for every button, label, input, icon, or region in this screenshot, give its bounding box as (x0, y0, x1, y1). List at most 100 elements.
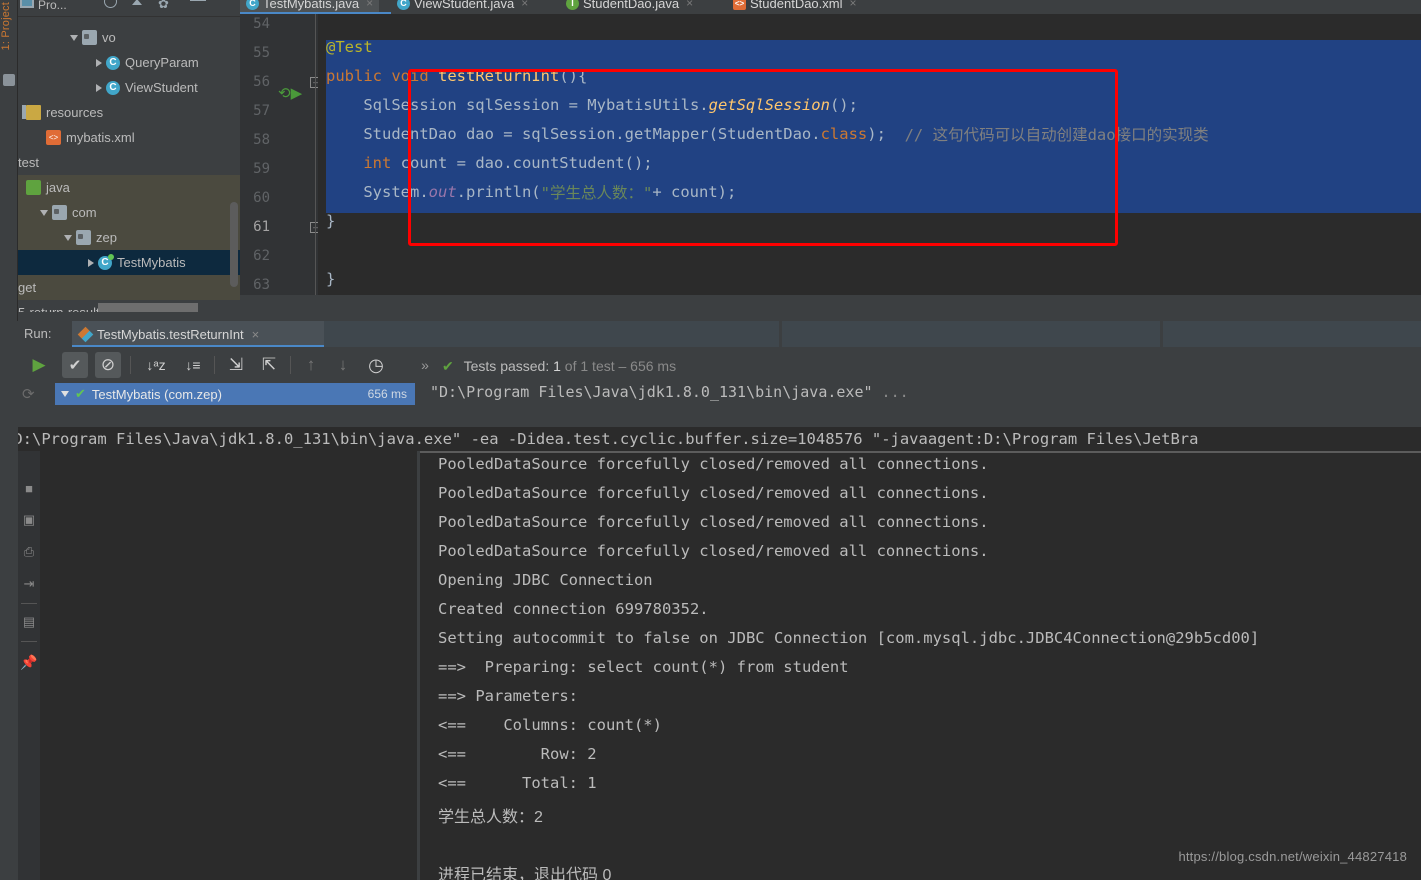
tree-item-resources[interactable]: resources (18, 100, 240, 125)
chevron-down-icon[interactable] (64, 234, 72, 241)
code-editor: C TestMybatis.java × C ViewStudent.java … (240, 0, 1421, 295)
tree-item-label: QueryParam (125, 55, 199, 70)
tree-item-java[interactable]: java (18, 175, 240, 200)
tab-label: TestMybatis.java (263, 0, 360, 11)
plain-token: } (326, 269, 336, 288)
line-number: 59 (253, 161, 270, 177)
tests-passed-label: Tests passed: (463, 358, 554, 374)
toolbar-overflow-button[interactable]: » (412, 352, 438, 378)
collapse-all-button[interactable]: ⇱ (256, 352, 282, 378)
toolbar-divider (290, 356, 291, 374)
locate-icon[interactable] (104, 0, 117, 8)
keyword-token: int (363, 153, 392, 172)
editor-tab-viewstudent[interactable]: C ViewStudent.java × (391, 0, 534, 14)
java-class-icon: C (106, 80, 120, 95)
console-left-blank-area (40, 451, 417, 880)
run-tab-label: TestMybatis.testReturnInt (97, 326, 244, 342)
collapse-all-icon[interactable] (132, 0, 142, 5)
console-line: PooledDataSource forcefully closed/remov… (438, 455, 989, 473)
sort-by-duration-button[interactable]: ↓≡ (180, 352, 206, 378)
tree-item-label: ViewStudent (125, 80, 198, 95)
hide-icon[interactable] (190, 0, 206, 1)
keyword-token: public (326, 66, 392, 85)
source-folder-icon (26, 180, 41, 195)
project-tree: vo C QueryParam C ViewStudent resources … (18, 17, 240, 312)
project-view-icon[interactable] (20, 0, 34, 8)
tree-item-com[interactable]: com (18, 200, 240, 225)
soft-wrap-button[interactable]: ▤ (20, 613, 38, 631)
line-number: 55 (253, 45, 270, 61)
project-tree-scrollbar[interactable] (230, 202, 238, 287)
tree-item-vo[interactable]: vo (18, 25, 240, 50)
toolbar-divider (130, 356, 131, 374)
close-icon[interactable]: × (366, 0, 373, 10)
run-test-gutter-icon[interactable]: ⟲▶ (278, 84, 302, 102)
code-line-63: } (326, 264, 335, 293)
close-icon[interactable]: × (521, 0, 528, 10)
console-line: ==> Preparing: select count(*) from stud… (438, 658, 849, 676)
console-preview-ellipsis: ... (881, 383, 909, 401)
sort-alphabetically-button[interactable]: ↓ᵃz (143, 352, 169, 378)
close-icon[interactable]: × (686, 0, 693, 10)
test-tree-row[interactable]: ✔ TestMybatis (com.zep) 656 ms (55, 383, 415, 405)
line-number: 54 (253, 16, 270, 32)
tab-label: StudentDao.java (583, 0, 680, 11)
passed-check-icon: ✔ (442, 358, 454, 374)
stop-button[interactable]: ■ (20, 479, 38, 497)
folder-icon (52, 205, 67, 220)
java-class-icon: C (106, 55, 120, 70)
console-line: Setting autocommit to false on JDBC Conn… (438, 629, 1260, 647)
editor-tab-studentdao-xml[interactable]: <> StudentDao.xml × (727, 0, 863, 14)
chevron-down-icon[interactable] (40, 209, 48, 216)
run-configuration-tab[interactable]: TestMybatis.testReturnInt × (72, 321, 324, 347)
rerun-button[interactable]: ▶ (26, 352, 52, 378)
run-tab-strip: Run: TestMybatis.testReturnInt × (18, 321, 1421, 347)
close-icon[interactable]: × (850, 0, 857, 10)
settings-gear-icon[interactable]: ✿ (158, 0, 169, 12)
chevron-right-icon[interactable] (96, 58, 102, 67)
editor-tab-studentdao-java[interactable]: I StudentDao.java × (560, 0, 699, 14)
line-number: 60 (253, 190, 270, 206)
tree-item-mybatis-xml[interactable]: <> mybatis.xml (18, 125, 240, 150)
print-button[interactable]: ⎙ (20, 543, 38, 561)
screenshot-button[interactable]: ▣ (20, 511, 38, 529)
line-number: 57 (253, 103, 270, 119)
tree-item-target[interactable]: get (18, 275, 240, 300)
chevron-right-icon[interactable] (88, 258, 94, 267)
tree-item-test[interactable]: test (18, 150, 240, 175)
tree-item-zep[interactable]: zep (18, 225, 240, 250)
plain-token: } (326, 211, 336, 230)
expand-all-button[interactable]: ⇲ (223, 352, 249, 378)
chevron-down-icon[interactable] (61, 391, 69, 397)
test-history-button[interactable]: ◷ (363, 352, 389, 378)
console-line-exit: 进程已结束，退出代码 0 (438, 867, 612, 880)
close-icon[interactable]: × (252, 327, 260, 342)
editor-gutter[interactable]: 54 55 56 57 58 59 60 61 62 63 ⟲▶ – – (240, 14, 321, 295)
tree-item-label: test (18, 155, 39, 170)
code-line-61: } (326, 206, 335, 235)
chevron-right-icon[interactable] (96, 83, 102, 92)
xml-file-icon: <> (733, 0, 746, 10)
tree-item-testmybatis[interactable]: C TestMybatis (18, 250, 240, 275)
scroll-to-end-button[interactable]: ⇥ (20, 575, 38, 593)
tests-passed-detail: of 1 test – 656 ms (560, 358, 677, 374)
chevron-down-icon[interactable] (70, 34, 78, 41)
tree-item-queryparam[interactable]: C QueryParam (18, 50, 240, 75)
rerun-failed-icon[interactable]: ⟳ (22, 385, 35, 403)
pin-tab-button[interactable]: 📌 (20, 653, 38, 671)
console-line: PooledDataSource forcefully closed/remov… (438, 513, 989, 531)
tool-button-project[interactable]: 1: Project (0, 2, 18, 50)
xml-file-icon: <> (46, 130, 61, 145)
console-text-area[interactable]: PooledDataSource forcefully closed/remov… (420, 451, 1421, 880)
show-ignored-toggle[interactable]: ⊘ (95, 352, 121, 378)
gutter-divider (315, 14, 316, 295)
tree-item-viewstudent[interactable]: C ViewStudent (18, 75, 240, 100)
tree-item-label: mybatis.xml (66, 130, 135, 145)
folder-icon (76, 230, 91, 245)
previous-failed-test-button[interactable]: ↑ (298, 352, 324, 378)
show-passed-toggle[interactable]: ✔ (62, 352, 88, 378)
line-number: 63 (253, 277, 270, 293)
next-failed-test-button[interactable]: ↓ (330, 352, 356, 378)
console-line: Created connection 699780352. (438, 600, 709, 618)
code-text-area[interactable]: @Test public void testReturnInt (){ SqlS… (318, 14, 1421, 295)
